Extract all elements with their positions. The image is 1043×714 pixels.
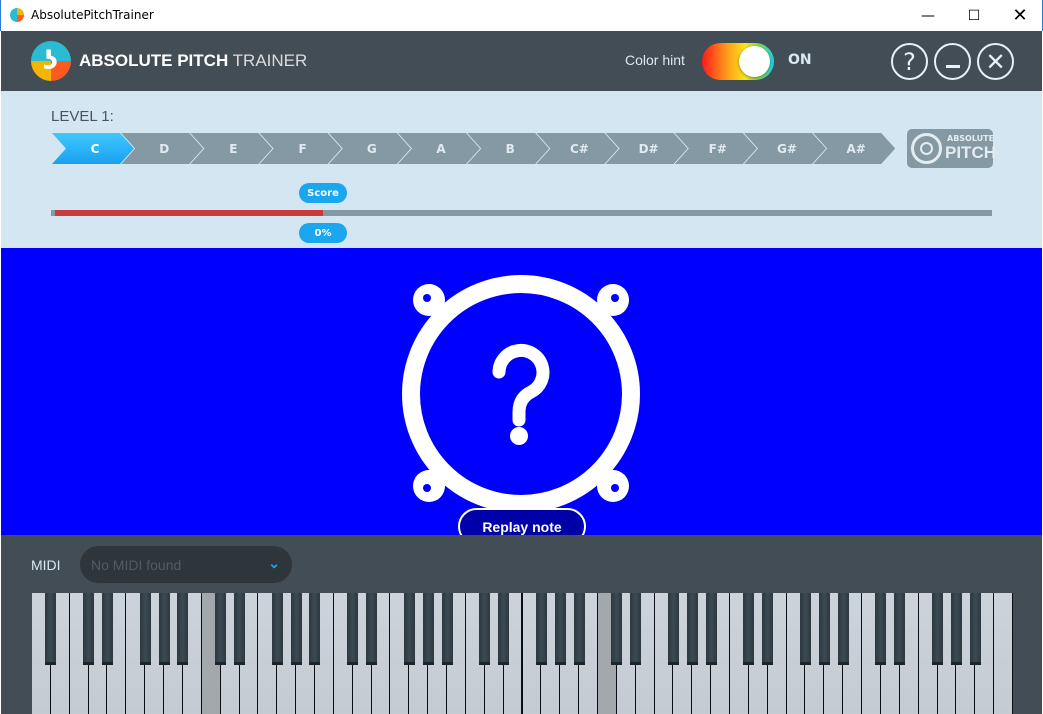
window-titlebar: AbsolutePitchTrainer — ☐ ✕ [0, 0, 1043, 31]
black-key-a-sharp0[interactable] [45, 593, 57, 665]
black-key-a-sharp4[interactable] [573, 593, 585, 665]
black-key-a-sharp3[interactable] [441, 593, 453, 665]
midi-label: MIDI [31, 557, 61, 573]
black-key-f-sharp6[interactable] [799, 593, 811, 665]
score-label: Score [299, 183, 347, 203]
black-key-c-sharp2[interactable] [215, 593, 227, 665]
black-key-f-sharp7[interactable] [932, 593, 944, 665]
toggle-knob[interactable] [739, 46, 770, 77]
help-icon: ? [903, 47, 916, 76]
minimize-icon [945, 65, 960, 68]
black-key-f-sharp1[interactable] [139, 593, 151, 665]
black-key-d-sharp1[interactable] [101, 593, 113, 665]
app-title-bold: ABSOLUTE PITCH [79, 51, 229, 70]
app-icon [10, 8, 24, 22]
app-title-light: TRAINER [232, 51, 308, 70]
black-key-a-sharp7[interactable] [969, 593, 981, 665]
black-key-c-sharp5[interactable] [611, 593, 623, 665]
help-button[interactable]: ? [891, 43, 928, 80]
black-key-f-sharp2[interactable] [271, 593, 283, 665]
black-key-c-sharp4[interactable] [479, 593, 491, 665]
black-key-d-sharp4[interactable] [498, 593, 510, 665]
score-value: 0% [299, 223, 347, 243]
chevron-down-icon: ⌄ [268, 555, 280, 571]
badge-bottom-text: PITCH [945, 143, 996, 162]
badge-top-text: ABSOLUTE [947, 134, 995, 143]
black-key-c-sharp6[interactable] [743, 593, 755, 665]
black-key-d-sharp3[interactable] [366, 593, 378, 665]
black-key-c-sharp1[interactable] [83, 593, 95, 665]
black-key-g-sharp1[interactable] [158, 593, 170, 665]
piano-keyboard [32, 593, 1013, 714]
level-label: LEVEL 1: [51, 108, 114, 125]
window-close-button[interactable]: ✕ [997, 0, 1043, 31]
black-key-g-sharp6[interactable] [818, 593, 830, 665]
black-key-g-sharp2[interactable] [290, 593, 302, 665]
color-hint-label: Color hint [625, 52, 685, 68]
minimize-button[interactable] [934, 43, 971, 80]
black-key-f-sharp5[interactable] [667, 593, 679, 665]
black-key-a-sharp6[interactable] [837, 593, 849, 665]
question-speaker-icon[interactable] [401, 274, 641, 514]
close-button[interactable]: ✕ [977, 43, 1014, 80]
window-minimize-button[interactable]: — [905, 0, 951, 31]
black-key-g-sharp3[interactable] [422, 593, 434, 665]
black-key-g-sharp5[interactable] [686, 593, 698, 665]
app-title: ABSOLUTE PITCH TRAINER [79, 51, 307, 71]
color-hint-state: ON [788, 52, 812, 68]
note-stage: Replay note [1, 248, 1042, 545]
black-key-d-sharp6[interactable] [762, 593, 774, 665]
window-maximize-button[interactable]: ☐ [951, 0, 997, 31]
black-key-d-sharp7[interactable] [894, 593, 906, 665]
black-key-f-sharp4[interactable] [535, 593, 547, 665]
black-key-f-sharp3[interactable] [403, 593, 415, 665]
close-icon: ✕ [985, 47, 1006, 76]
score-progress-fill [55, 210, 324, 216]
black-key-c-sharp3[interactable] [347, 593, 359, 665]
black-key-a-sharp5[interactable] [705, 593, 717, 665]
bottom-panel: MIDI No MIDI found ⌄ [1, 535, 1042, 714]
black-key-a-sharp2[interactable] [309, 593, 321, 665]
target-icon [911, 133, 942, 164]
black-key-g-sharp4[interactable] [554, 593, 566, 665]
score-progress-bar [51, 210, 992, 216]
black-key-c-sharp7[interactable] [875, 593, 887, 665]
black-key-g-sharp7[interactable] [950, 593, 962, 665]
window-title: AbsolutePitchTrainer [31, 8, 154, 22]
level-panel: LEVEL 1: C D E F G A B C# D# F# G# A# ABSOLUTE PITC… [1, 91, 1042, 248]
white-key-c8[interactable] [994, 593, 1013, 714]
ear-logo-icon: ʖ [31, 41, 71, 81]
midi-select-value: No MIDI found [91, 557, 182, 573]
black-key-d-sharp5[interactable] [630, 593, 642, 665]
app-header: ʖ ABSOLUTE PITCH TRAINER Color hint ON ?… [1, 31, 1042, 91]
midi-device-select[interactable]: No MIDI found ⌄ [80, 546, 292, 583]
note-step-c[interactable]: C [52, 133, 134, 164]
color-hint-toggle[interactable] [702, 43, 774, 80]
absolute-pitch-badge: ABSOLUTE PITCH [907, 129, 996, 168]
black-key-d-sharp2[interactable] [234, 593, 246, 665]
black-key-a-sharp1[interactable] [177, 593, 189, 665]
